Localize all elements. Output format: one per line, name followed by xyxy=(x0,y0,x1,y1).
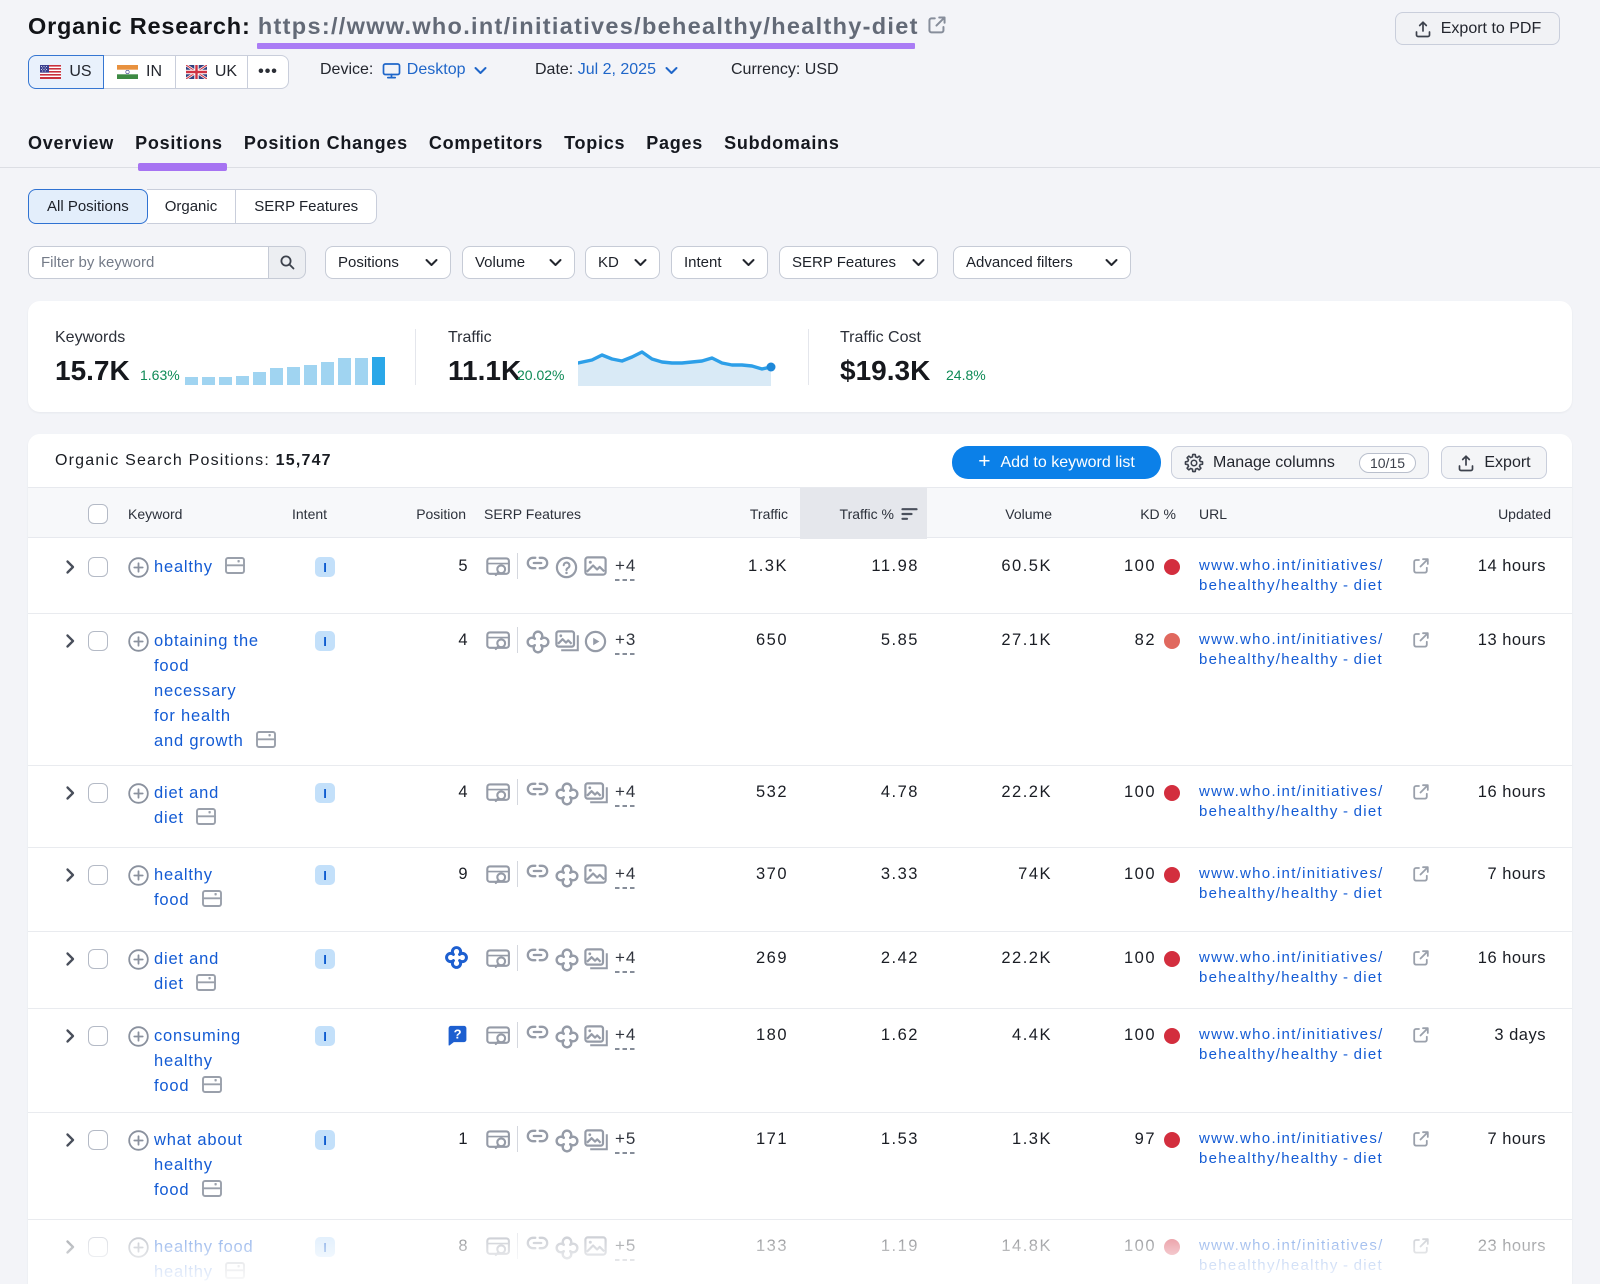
svg-text:?: ? xyxy=(454,1026,462,1041)
